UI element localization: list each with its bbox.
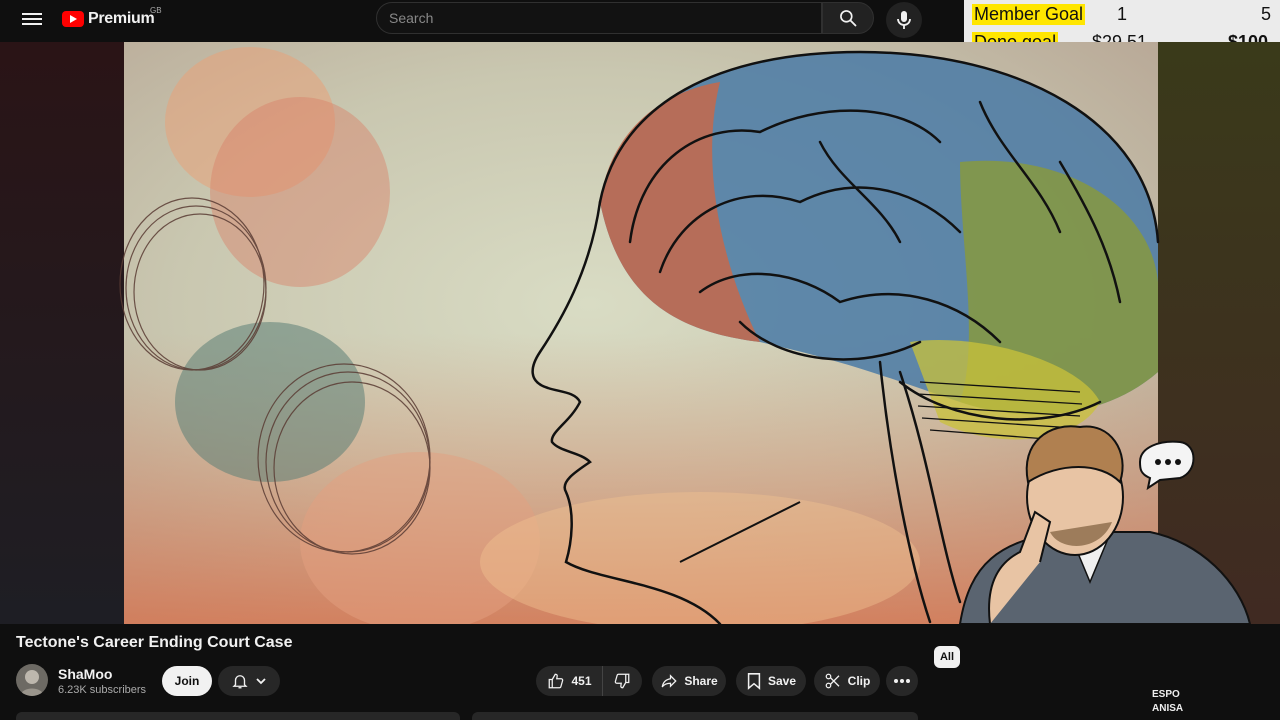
share-icon	[661, 674, 677, 688]
thumbs-down-icon	[614, 673, 629, 689]
dislike-button[interactable]	[603, 666, 643, 696]
like-dislike-group: 451	[536, 666, 642, 696]
description-box-top[interactable]	[16, 712, 460, 720]
more-actions-button[interactable]	[886, 666, 918, 696]
search-box	[376, 2, 822, 34]
scissors-icon	[825, 673, 840, 689]
logo-text: Premium	[88, 10, 155, 27]
like-button[interactable]: 451	[535, 666, 603, 696]
comments-box-top[interactable]	[472, 712, 918, 720]
more-horizontal-icon	[894, 679, 910, 683]
join-button[interactable]: Join	[162, 666, 212, 696]
chevron-down-icon	[256, 678, 266, 685]
youtube-premium-logo[interactable]: Premium	[62, 8, 155, 30]
youtube-logo-icon	[62, 11, 84, 27]
channel-avatar[interactable]	[16, 664, 48, 696]
member-goal-target: 5	[1261, 4, 1272, 24]
search-input[interactable]	[377, 3, 821, 33]
thumbs-up-icon	[549, 673, 564, 689]
mic-icon	[897, 11, 911, 29]
voice-search-button[interactable]	[886, 2, 922, 38]
video-title: Tectone's Career Ending Court Case	[16, 634, 293, 651]
search-button[interactable]	[822, 2, 874, 34]
chip-all[interactable]: All	[934, 646, 960, 668]
save-button[interactable]: Save	[736, 666, 806, 696]
member-goal-row: Member Goal 1 5	[964, 0, 1280, 28]
menu-icon[interactable]	[22, 10, 42, 30]
avatar-image	[20, 670, 44, 696]
partial-text-line-1: ESPO	[1152, 689, 1180, 700]
video-player[interactable]	[0, 42, 1280, 624]
subscription-bell-button[interactable]	[218, 666, 280, 696]
bell-icon	[232, 675, 248, 689]
share-button[interactable]: Share	[652, 666, 726, 696]
partial-sidebar-text: ESPO ANISA	[1152, 688, 1183, 716]
clip-label: Clip	[847, 674, 871, 688]
region-label: GB	[150, 6, 162, 15]
share-label: Share	[684, 674, 718, 688]
member-goal-label: Member Goal	[972, 4, 1086, 25]
subscriber-count: 6.23K subscribers	[58, 684, 147, 696]
search-icon	[840, 10, 857, 27]
member-goal-current: 1	[1117, 4, 1128, 24]
like-count: 451	[571, 674, 592, 688]
channel-name[interactable]: ShaMoo	[58, 666, 112, 682]
clip-button[interactable]: Clip	[814, 666, 880, 696]
partial-text-line-2: ANISA	[1152, 703, 1184, 714]
save-label: Save	[767, 674, 797, 688]
bookmark-icon	[747, 673, 761, 690]
video-frame-illustration	[0, 42, 1280, 624]
